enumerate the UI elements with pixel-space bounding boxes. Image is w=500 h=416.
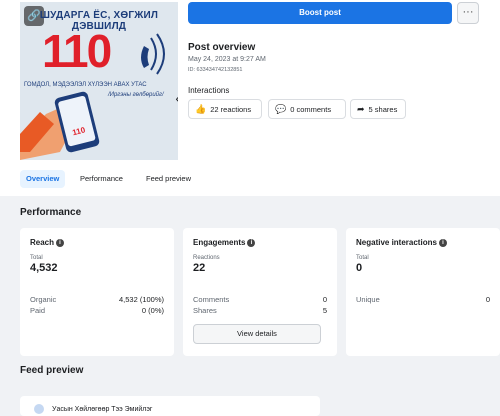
shares-pill[interactable]: ➦ 5 shares [350,99,406,119]
engagements-card: Engagements i Reactions 22 Comments 0 Sha… [183,228,337,356]
info-icon[interactable]: i [247,239,256,247]
reach-total-value: 4,532 [30,262,58,274]
reach-card: Reach i Total 4,532 Organic 4,532 (100%) … [20,228,174,356]
unique-value: 0 [485,295,490,304]
tab-bar: Overview Performance Feed preview [0,160,500,196]
comments-pill[interactable]: 💬 0 comments [268,99,346,119]
info-icon[interactable]: i [56,239,65,247]
negative-unique-row: Unique 0 [356,295,490,304]
post-date: May 24, 2023 at 9:27 AM [188,56,266,63]
thumbnail-subtitle: ГОМДОЛ, МЭДЭЭЛЭЛ ХҮЛЭЭН АВАХ УТАС [24,82,147,88]
reach-organic-row: Organic 4,532 (100%) [30,295,164,304]
reactions-count: 22 reactions [210,105,252,114]
negative-total-value: 0 [356,262,363,274]
feed-page-name: Уасын Хөйлөгөөр Тээ Эмийлэг [52,406,153,413]
negative-title-text: Negative interactions [356,238,437,247]
thumbnail-caption: /Иргэны гөлбөрийг/ [108,92,164,98]
engagements-comments-row: Comments 0 [193,295,327,304]
post-header-panel: 110 🔗 ШУДАРГА ЁС, ХӨГЖИЛ ДЭВШИЛД 110 ГОМ… [0,0,500,160]
shares-label: Shares [193,306,217,315]
tab-overview[interactable]: Overview [20,170,66,188]
reach-title: Reach i [30,238,65,247]
page-avatar [34,404,44,414]
post-id: ID: 633434742132851 [188,67,243,73]
reach-title-text: Reach [30,238,55,247]
reach-total-label: Total [30,255,43,261]
negative-total-label: Total [356,255,369,261]
reach-paid-row: Paid 0 (0%) [30,306,164,315]
shares-value: 5 [322,306,327,315]
comments-label: Comments [193,295,230,304]
thumbs-up-icon: 👍 [195,104,207,114]
organic-label: Organic [30,295,57,304]
tab-performance[interactable]: Performance [74,170,129,188]
reactions-pill[interactable]: 👍 22 reactions [188,99,262,119]
comments-value: 0 [322,295,327,304]
chevron-left-icon[interactable]: ‹ [175,90,178,106]
engagements-title: Engagements i [193,238,256,247]
feed-preview-heading: Feed preview [20,365,84,376]
thumbnail-number: 110 [42,25,112,77]
feed-preview-card: Уасын Хөйлөгөөр Тээ Эмийлэг [20,396,320,416]
comments-count: 0 comments [290,105,332,114]
post-overview-title: Post overview [188,42,256,53]
engagements-title-text: Engagements [193,238,246,247]
performance-heading: Performance [20,207,82,218]
comment-icon: 💬 [275,104,287,114]
negative-interactions-card: Negative interactions i Total 0 Unique 0 [346,228,500,356]
engagements-reactions-value: 22 [193,262,206,274]
engagements-shares-row: Shares 5 [193,306,327,315]
negative-title: Negative interactions i [356,238,447,247]
paid-value: 0 (0%) [141,306,164,315]
paid-label: Paid [30,306,46,315]
organic-value: 4,532 (100%) [118,295,164,304]
more-options-button[interactable]: ··· [457,2,479,24]
boost-post-button[interactable]: Boost post [188,2,452,24]
interactions-label: Interactions [188,86,230,95]
share-icon: ➦ [357,104,365,114]
engagements-reactions-label: Reactions [193,255,220,261]
unique-label: Unique [356,295,380,304]
post-thumbnail[interactable]: 110 🔗 ШУДАРГА ЁС, ХӨГЖИЛ ДЭВШИЛД 110 ГОМ… [20,2,178,160]
view-details-button[interactable]: View details [193,324,321,344]
tab-feed-preview[interactable]: Feed preview [140,170,197,188]
info-icon[interactable]: i [438,239,447,247]
shares-count: 5 shares [368,105,398,114]
